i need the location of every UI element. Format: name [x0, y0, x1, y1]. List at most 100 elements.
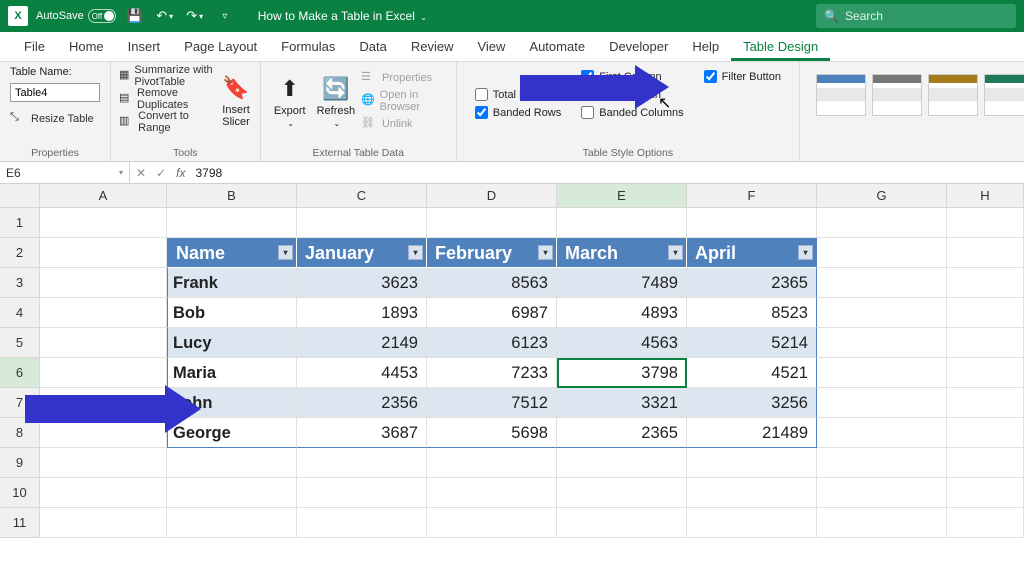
column-header[interactable]: G [817, 184, 947, 208]
table-cell[interactable]: 7489 [557, 268, 687, 298]
table-header-cell[interactable]: January▾ [297, 238, 427, 268]
tab-data[interactable]: Data [347, 33, 398, 61]
table-cell[interactable]: 3687 [297, 418, 427, 448]
table-cell[interactable]: Maria [167, 358, 297, 388]
cell[interactable] [167, 208, 297, 238]
style-swatch[interactable] [872, 74, 922, 116]
table-cell[interactable]: 4893 [557, 298, 687, 328]
cell[interactable] [557, 208, 687, 238]
redo-button[interactable]: ↷▾ [184, 5, 206, 27]
cell[interactable] [817, 478, 947, 508]
cell[interactable] [167, 448, 297, 478]
table-cell[interactable]: 3798 [557, 358, 687, 388]
table-cell[interactable]: 3256 [687, 388, 817, 418]
undo-button[interactable]: ↶▾ [154, 5, 176, 27]
cell[interactable] [947, 508, 1024, 538]
cell[interactable] [427, 478, 557, 508]
cell[interactable] [687, 208, 817, 238]
table-cell[interactable]: 4521 [687, 358, 817, 388]
row-header[interactable]: 3 [0, 268, 40, 298]
cell[interactable] [297, 208, 427, 238]
enter-icon[interactable]: ✓ [156, 166, 166, 180]
cell[interactable] [817, 418, 947, 448]
cell[interactable] [817, 208, 947, 238]
tab-developer[interactable]: Developer [597, 33, 680, 61]
cell[interactable] [40, 448, 167, 478]
cell[interactable] [427, 508, 557, 538]
tab-insert[interactable]: Insert [116, 33, 173, 61]
row-header[interactable]: 6 [0, 358, 40, 388]
table-cell[interactable]: Lucy [167, 328, 297, 358]
style-swatch[interactable] [984, 74, 1024, 116]
cell[interactable] [297, 508, 427, 538]
table-cell[interactable]: 21489 [687, 418, 817, 448]
tab-page-layout[interactable]: Page Layout [172, 33, 269, 61]
save-button[interactable]: 💾 [124, 5, 146, 27]
cell[interactable] [947, 208, 1024, 238]
cell[interactable] [557, 508, 687, 538]
cell[interactable] [817, 268, 947, 298]
cell[interactable] [40, 358, 167, 388]
tab-table-design[interactable]: Table Design [731, 33, 830, 61]
style-swatch[interactable] [928, 74, 978, 116]
table-styles-gallery[interactable] [808, 66, 1024, 116]
export-button[interactable]: ⬆ Export⌄ [269, 66, 311, 134]
table-cell[interactable]: 4563 [557, 328, 687, 358]
table-cell[interactable]: 3321 [557, 388, 687, 418]
cell[interactable] [167, 478, 297, 508]
tab-view[interactable]: View [465, 33, 517, 61]
cell[interactable] [947, 238, 1024, 268]
table-cell[interactable]: 7512 [427, 388, 557, 418]
table-header-cell[interactable]: Name▾ [167, 238, 297, 268]
refresh-button[interactable]: 🔄 Refresh⌄ [315, 66, 357, 134]
tab-review[interactable]: Review [399, 33, 466, 61]
cell[interactable] [427, 448, 557, 478]
table-cell[interactable]: 8563 [427, 268, 557, 298]
cell[interactable] [167, 508, 297, 538]
remove-duplicates-button[interactable]: ▤Remove Duplicates [119, 89, 214, 109]
cell[interactable] [947, 448, 1024, 478]
table-cell[interactable]: 2356 [297, 388, 427, 418]
resize-table-button[interactable]: ⤡ Resize Table [10, 109, 100, 129]
autosave-toggle[interactable]: AutoSave Off [36, 9, 116, 23]
cell[interactable] [40, 478, 167, 508]
table-header-cell[interactable]: February▾ [427, 238, 557, 268]
column-header[interactable]: E [557, 184, 687, 208]
cancel-icon[interactable]: ✕ [136, 166, 146, 180]
cell[interactable] [947, 298, 1024, 328]
row-header[interactable]: 10 [0, 478, 40, 508]
cell[interactable] [817, 388, 947, 418]
cell[interactable] [687, 478, 817, 508]
table-header-cell[interactable]: March▾ [557, 238, 687, 268]
name-box[interactable]: E6▾ [0, 162, 130, 183]
table-cell[interactable]: 3623 [297, 268, 427, 298]
column-header[interactable]: F [687, 184, 817, 208]
tab-help[interactable]: Help [680, 33, 731, 61]
filter-dropdown-icon[interactable]: ▾ [798, 245, 813, 260]
cell[interactable] [817, 298, 947, 328]
column-header[interactable]: B [167, 184, 297, 208]
filter-dropdown-icon[interactable]: ▾ [538, 245, 553, 260]
cell[interactable] [40, 238, 167, 268]
tab-file[interactable]: File [12, 33, 57, 61]
cell[interactable] [817, 238, 947, 268]
table-cell[interactable]: 2365 [687, 268, 817, 298]
table-header-cell[interactable]: April▾ [687, 238, 817, 268]
summarize-pivot-button[interactable]: ▦Summarize with PivotTable [119, 66, 214, 86]
cell[interactable] [297, 478, 427, 508]
filter-dropdown-icon[interactable]: ▾ [278, 245, 293, 260]
table-cell[interactable]: 1893 [297, 298, 427, 328]
row-header[interactable]: 4 [0, 298, 40, 328]
column-header[interactable]: H [947, 184, 1024, 208]
table-cell[interactable]: 8523 [687, 298, 817, 328]
search-input[interactable]: 🔍 Search [816, 4, 1016, 28]
cell[interactable] [947, 418, 1024, 448]
banded-rows-check[interactable]: Banded Rows [475, 106, 562, 119]
cell[interactable] [557, 478, 687, 508]
table-cell[interactable]: Bob [167, 298, 297, 328]
document-title[interactable]: How to Make a Table in Excel ⌄ [258, 9, 427, 23]
tab-automate[interactable]: Automate [517, 33, 597, 61]
cell[interactable] [947, 388, 1024, 418]
cell[interactable] [40, 508, 167, 538]
column-header[interactable]: A [40, 184, 167, 208]
